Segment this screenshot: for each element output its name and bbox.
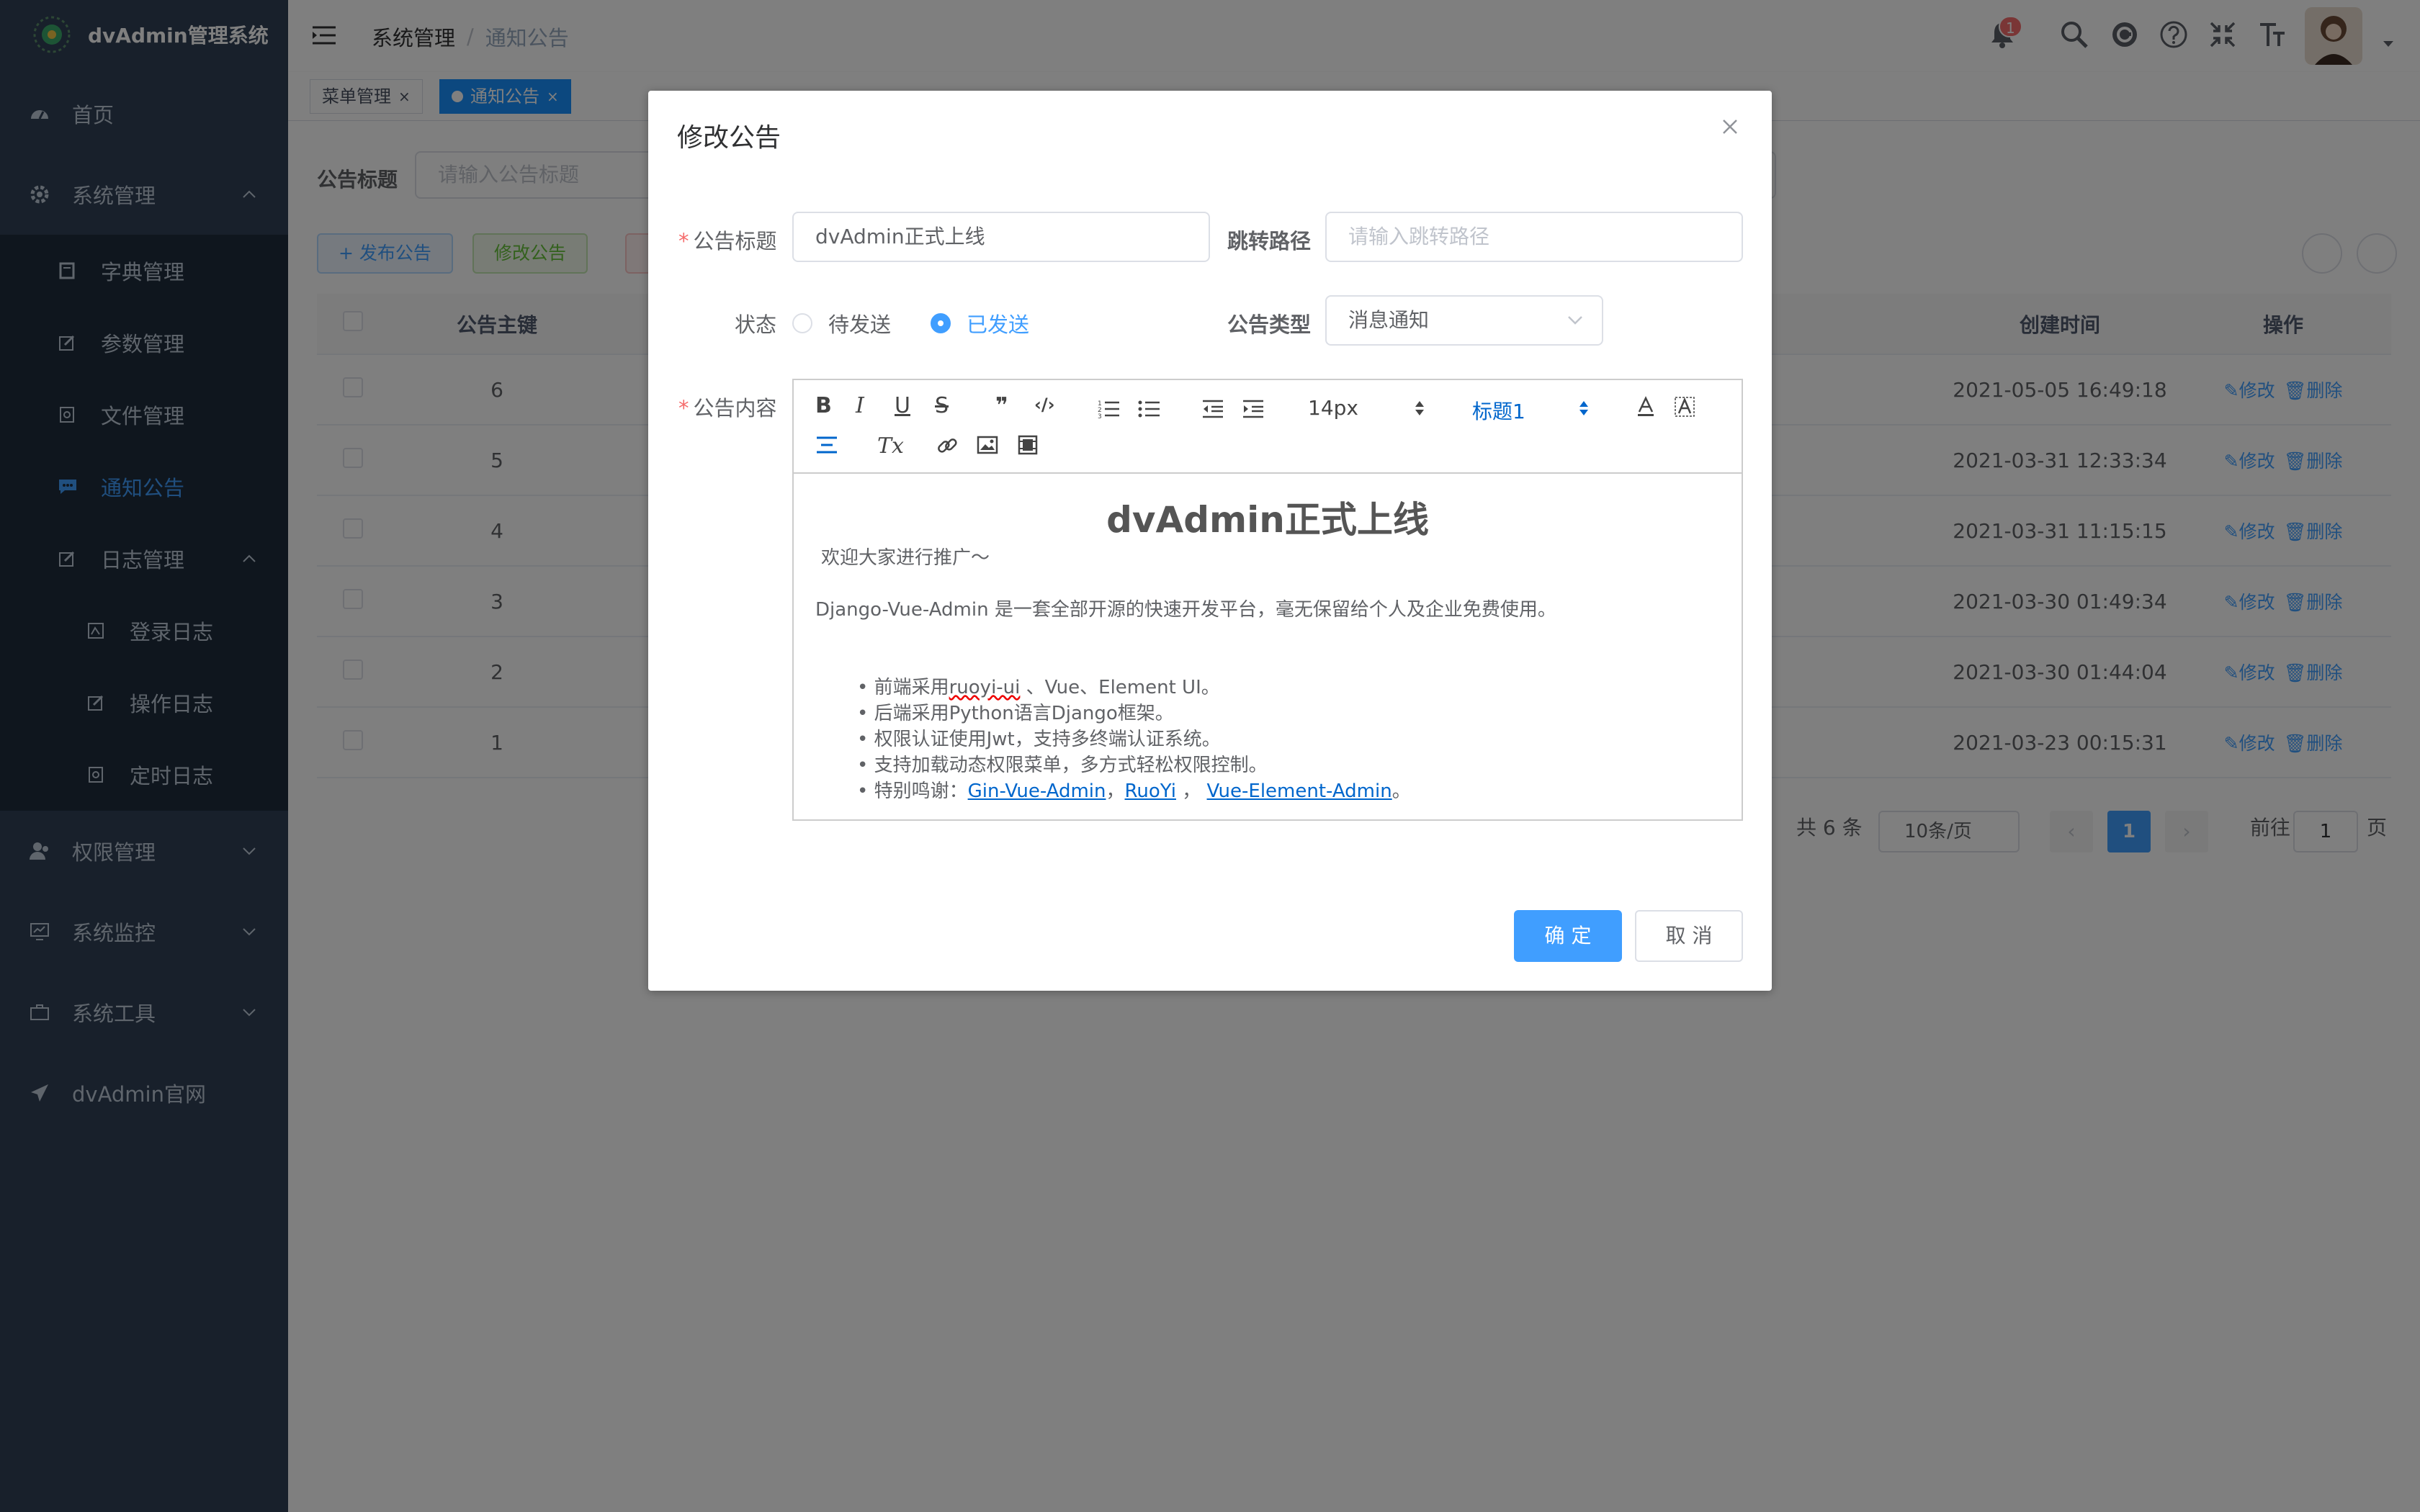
title-label: * 公告标题 — [678, 229, 777, 253]
path-input[interactable]: 请输入跳转路径 — [1325, 212, 1743, 262]
link-ruoyi[interactable]: RuoYi — [1125, 780, 1176, 802]
content-heading: dvAdmin正式上线 — [1106, 499, 1429, 541]
bold-button[interactable]: B — [815, 393, 832, 418]
link-vue-element-admin[interactable]: Vue-Element-Admin — [1207, 780, 1392, 802]
content-list-item: • 特别鸣谢：Gin-Vue-Admin，RuoYi ， Vue-Element… — [857, 780, 1411, 802]
dropdown-arrows-icon[interactable] — [1415, 399, 1425, 418]
outdent-icon[interactable] — [1201, 399, 1224, 419]
type-label: 公告类型 — [1227, 312, 1312, 337]
close-icon[interactable] — [1721, 118, 1739, 135]
header-select[interactable]: 标题1 — [1472, 396, 1525, 425]
radio-circle-checked[interactable] — [931, 313, 951, 333]
content-paragraph: 欢迎大家进行推广～ — [821, 547, 990, 569]
rich-text-editor: B I U S ❞ ‹/› 123 14px 标题1 Tx dvAdmin正式上… — [792, 379, 1743, 821]
confirm-button[interactable]: 确 定 — [1514, 910, 1622, 962]
chevron-down-icon — [1567, 315, 1583, 325]
dialog-title: 修改公告 — [677, 123, 781, 153]
background-color-icon[interactable] — [1674, 396, 1695, 418]
type-select-value: 消息通知 — [1348, 308, 1430, 332]
editor-content[interactable]: dvAdmin正式上线 欢迎大家进行推广～ Django-Vue-Admin 是… — [794, 474, 1742, 819]
content-list-item: • 支持加载动态权限菜单，多方式轻松权限控制。 — [857, 755, 1268, 776]
content-list-item: • 权限认证使用Jwt，支持多终端认证系统。 — [857, 729, 1221, 750]
editor-toolbar: B I U S ❞ ‹/› 123 14px 标题1 Tx — [794, 380, 1742, 474]
text-color-icon[interactable] — [1635, 396, 1657, 418]
bullet-list-icon[interactable] — [1138, 399, 1161, 419]
radio-circle[interactable] — [792, 313, 812, 333]
strike-button[interactable]: S — [935, 393, 949, 418]
underline-button[interactable]: U — [895, 393, 910, 418]
content-list-item: • 后端采用Python语言Django框架。 — [857, 703, 1174, 724]
svg-text:3: 3 — [1098, 413, 1102, 419]
link-icon[interactable] — [936, 435, 958, 456]
clean-format-button[interactable]: Tx — [877, 433, 904, 459]
italic-button[interactable]: I — [856, 393, 864, 418]
font-size-select[interactable]: 14px — [1308, 396, 1358, 420]
type-select[interactable]: 消息通知 — [1325, 295, 1603, 346]
cancel-button[interactable]: 取 消 — [1635, 910, 1743, 962]
dropdown-arrows-icon[interactable] — [1579, 399, 1589, 418]
indent-icon[interactable] — [1242, 399, 1265, 419]
radio-label: 待发送 — [828, 312, 892, 337]
code-button[interactable]: ‹/› — [1034, 395, 1055, 415]
path-label: 跳转路径 — [1227, 229, 1312, 253]
title-input[interactable]: dvAdmin正式上线 — [792, 212, 1210, 262]
image-icon[interactable] — [977, 435, 998, 455]
blockquote-button[interactable]: ❞ — [995, 393, 1008, 418]
status-label: 状态 — [735, 312, 777, 337]
radio-label: 已发送 — [967, 312, 1030, 337]
link-gin-vue-admin[interactable]: Gin-Vue-Admin — [968, 780, 1106, 802]
content-paragraph: Django-Vue-Admin 是一套全部开源的快速开发平台，毫无保留给个人及… — [815, 599, 1556, 621]
video-icon[interactable] — [1017, 435, 1039, 455]
ordered-list-icon[interactable]: 123 — [1098, 399, 1121, 419]
content-list-item: • 前端采用ruoyi-ui 、Vue、Element UI。 — [857, 677, 1220, 698]
status-radio-pending[interactable]: 待发送 — [792, 308, 891, 338]
edit-notice-dialog: 修改公告 * 公告标题 dvAdmin正式上线 跳转路径 请输入跳转路径 状态 待… — [648, 91, 1772, 991]
align-center-icon[interactable] — [815, 435, 838, 455]
content-label: * 公告内容 — [678, 396, 777, 420]
status-radio-sent[interactable]: 已发送 — [931, 308, 1029, 338]
